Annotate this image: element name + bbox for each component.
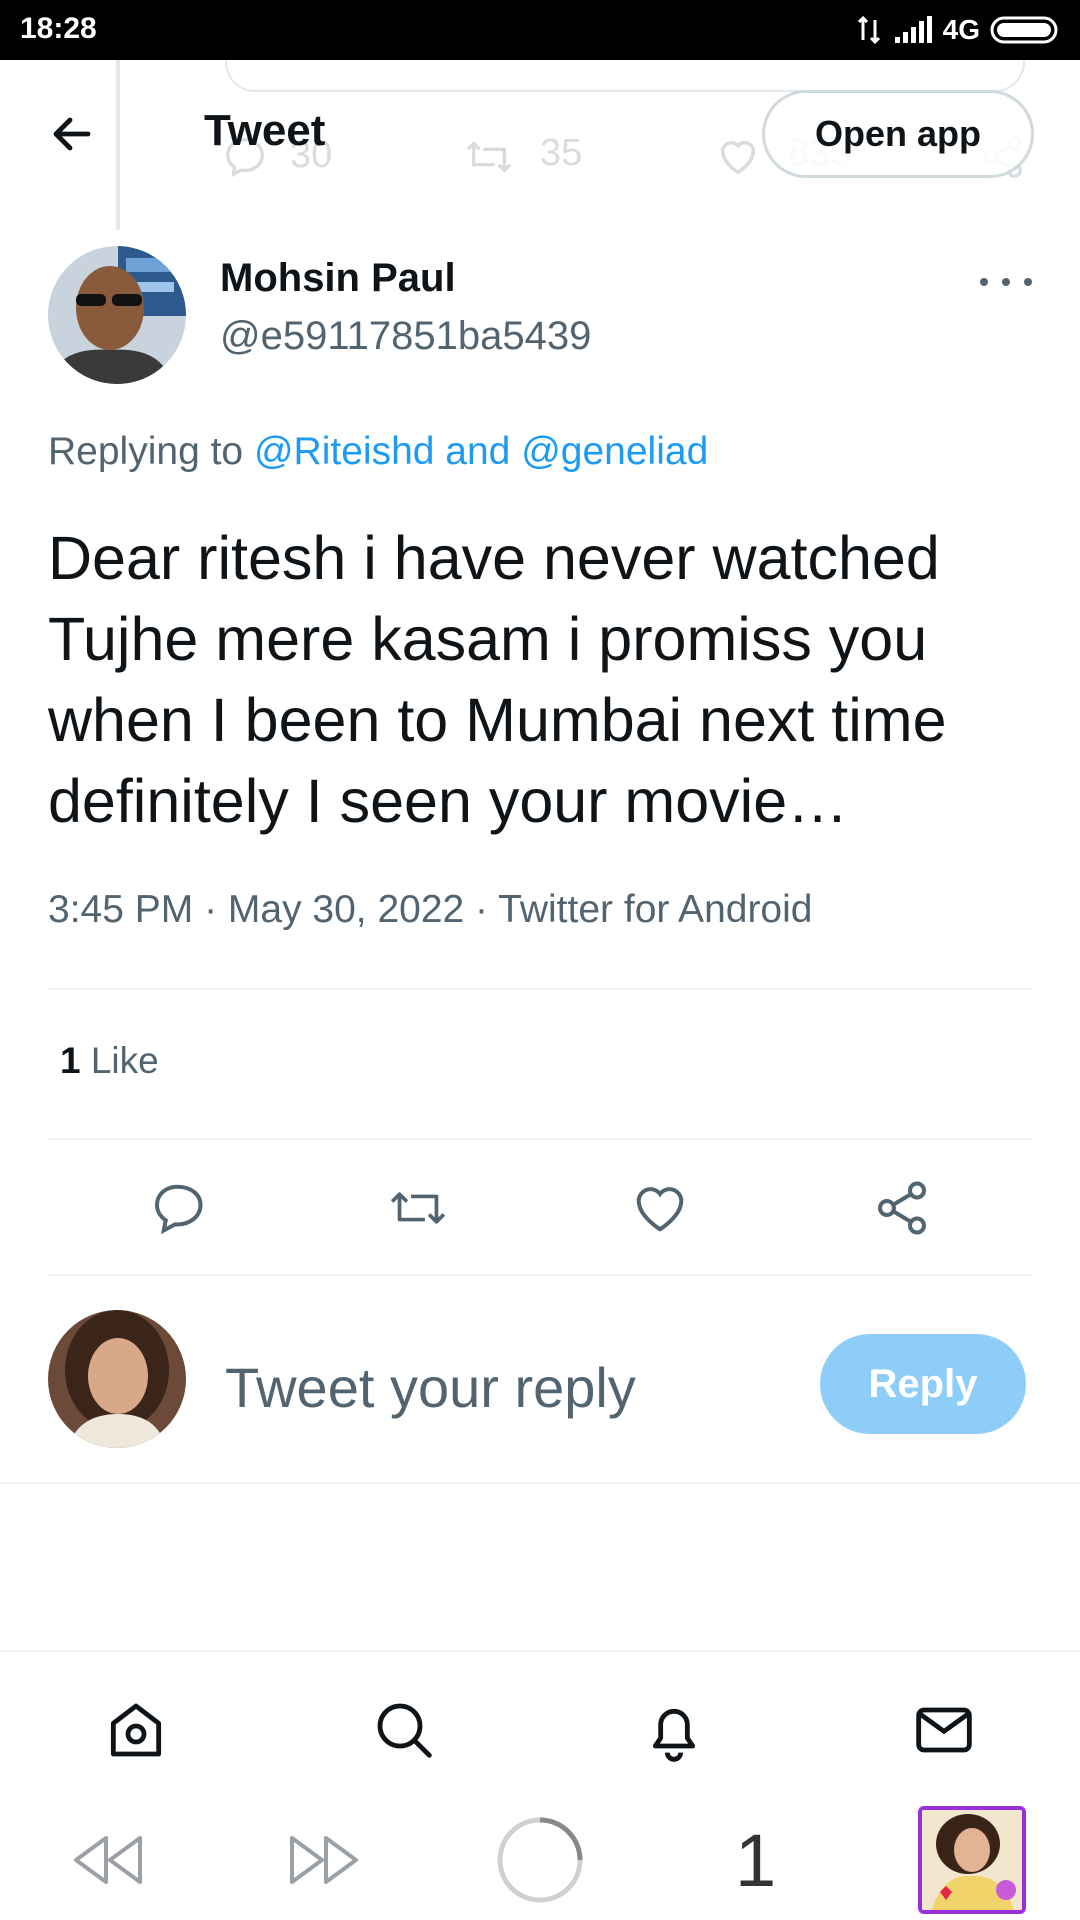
divider [48,988,1032,990]
signal-icon [894,16,932,43]
divider [48,1138,1032,1140]
network-type: 4G [942,14,980,45]
loading-spinner-icon [497,1817,583,1903]
divider [48,1274,1032,1276]
author-handle[interactable]: @e59117851ba5439 [220,314,591,359]
bottom-nav [0,1650,1080,1802]
author-avatar-image [48,246,186,384]
author-avatar[interactable] [48,246,186,384]
replying-prefix: Replying to [48,430,244,473]
user-avatar[interactable] [48,1310,186,1448]
top-header: Tweet Open app [0,60,1080,210]
reply-input[interactable] [225,1352,785,1422]
status-bar: 18:28 4G [0,0,1080,60]
open-app-button[interactable]: Open app [762,90,1034,178]
search-icon[interactable] [372,1698,436,1762]
like-count-number: 1 [60,1040,81,1081]
back-arrow-icon[interactable] [48,110,96,158]
browser-toolbar: 1 [0,1802,1080,1920]
more-options-icon[interactable] [980,262,1032,302]
tab-thumbnail-image [922,1810,1022,1910]
notifications-icon[interactable] [642,1698,706,1762]
tweet-metadata: 3:45 PM · May 30, 2022 · Twitter for And… [48,888,813,931]
status-icons: 4G [855,12,1062,48]
replying-to-users-link[interactable]: @Riteishd and @geneliad [254,430,708,473]
status-time: 18:28 [20,12,97,45]
author-name[interactable]: Mohsin Paul [220,256,456,301]
divider [0,1482,1080,1484]
home-icon[interactable] [104,1698,168,1762]
battery-icon [990,16,1058,44]
messages-icon[interactable] [912,1698,976,1762]
forward-icon[interactable] [286,1832,362,1888]
tweet-text: Dear ritesh i have never watched Tujhe m… [48,524,947,835]
tab-count[interactable]: 1 [735,1818,776,1903]
data-transfer-icon [857,15,880,45]
replying-to: Replying to @Riteishd and @geneliad [48,430,708,474]
rewind-back-icon[interactable] [70,1832,146,1888]
retweet-icon[interactable] [388,1178,448,1238]
reply-icon[interactable] [150,1178,210,1238]
like-icon[interactable] [630,1178,690,1238]
reply-button[interactable]: Reply [820,1334,1026,1434]
page-title: Tweet [204,106,326,155]
tab-thumbnail[interactable] [918,1806,1026,1914]
likes-count[interactable]: 1 Like [60,1040,159,1082]
share-icon[interactable] [872,1178,932,1238]
like-count-label: Like [90,1040,159,1081]
user-avatar-image [48,1310,186,1448]
